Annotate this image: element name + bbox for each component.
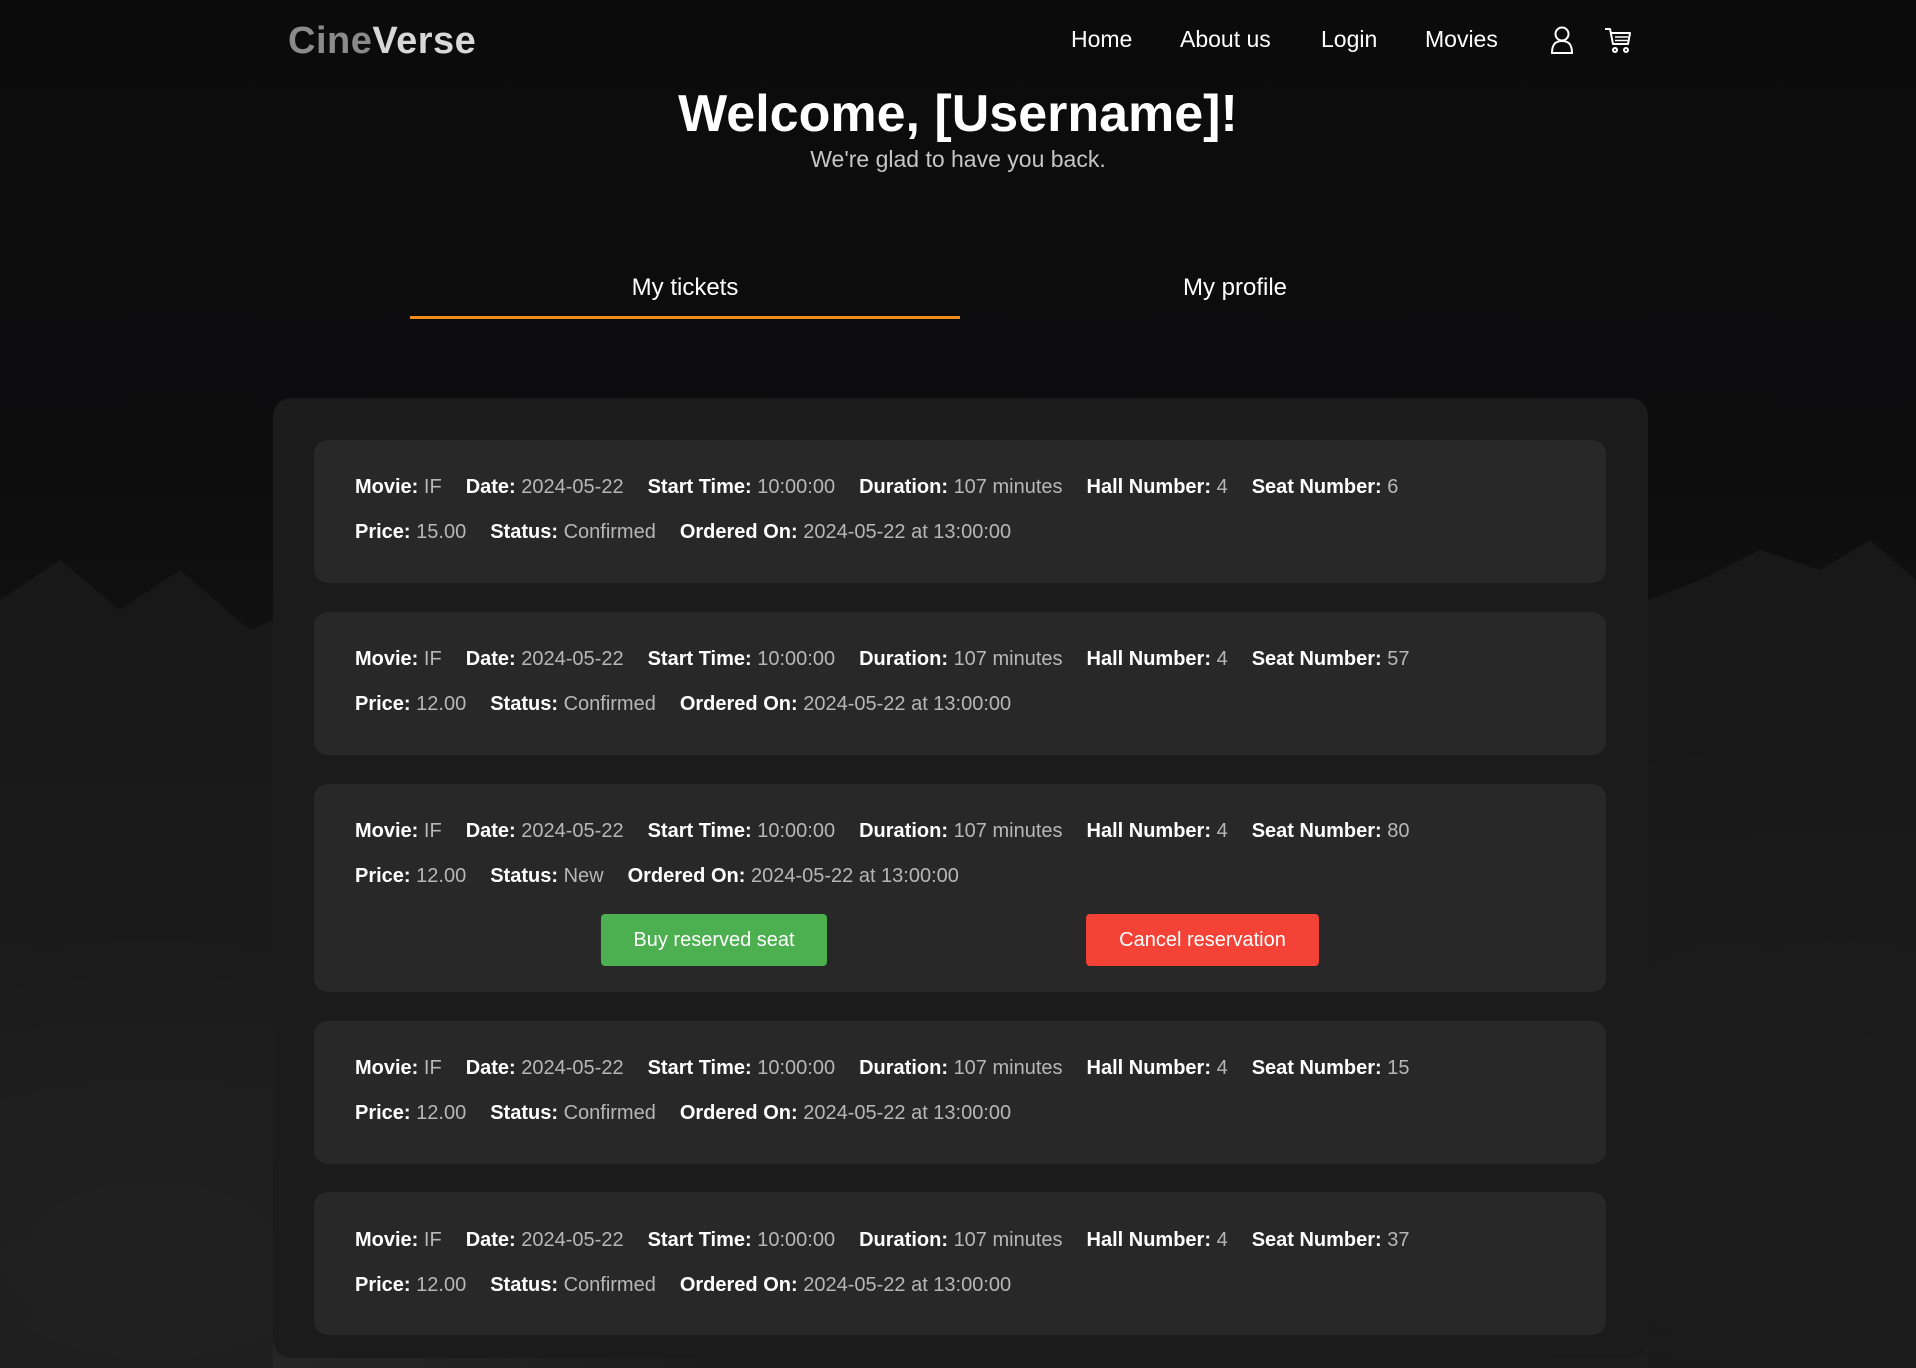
field-status: Status: New — [490, 865, 604, 887]
ticket-order-row: Price: 12.00 Status: Confirmed Ordered On:… — [355, 1274, 1035, 1297]
nav-about-us[interactable]: About us — [1180, 26, 1271, 53]
field-status: Status: Confirmed — [490, 521, 656, 543]
nav-login[interactable]: Login — [1321, 26, 1377, 53]
ticket-details-row: Movie: IF Date: 2024-05-22 Start Time: 10:… — [355, 648, 1434, 671]
field-ordered-on: Ordered On: 2024-05-22 at 13:00:00 — [679, 521, 1012, 543]
field-start-time: Start Time: 10:00:00 — [647, 476, 836, 498]
field-price: Price: 12.00 — [355, 865, 467, 887]
field-duration: Duration: 107 minutes — [859, 476, 1063, 498]
field-start-time: Start Time: 10:00:00 — [647, 648, 836, 670]
field-seat-number: Seat Number: 57 — [1251, 648, 1410, 670]
field-start-time: Start Time: 10:00:00 — [647, 1229, 836, 1251]
field-movie: Movie: IF — [355, 476, 442, 498]
field-seat-number: Seat Number: 37 — [1251, 1229, 1410, 1251]
user-icon[interactable] — [1547, 24, 1577, 56]
ticket-details-row: Movie: IF Date: 2024-05-22 Start Time: 10:… — [355, 1229, 1434, 1252]
brand-part-2: Verse — [372, 20, 477, 62]
field-date: Date: 2024-05-22 — [465, 820, 624, 842]
field-ordered-on: Ordered On: 2024-05-22 at 13:00:00 — [627, 865, 959, 887]
field-ordered-on: Ordered On: 2024-05-22 at 13:00:00 — [679, 693, 1012, 715]
active-tab-indicator — [410, 316, 960, 319]
field-seat-number: Seat Number: 15 — [1251, 1057, 1410, 1079]
field-start-time: Start Time: 10:00:00 — [647, 820, 836, 842]
ticket-card — [314, 440, 1606, 583]
nav-movies[interactable]: Movies — [1425, 26, 1498, 53]
tab-my-tickets[interactable]: My tickets — [410, 274, 960, 320]
field-date: Date: 2024-05-22 — [465, 476, 624, 498]
ticket-details-row: Movie: IF Date: 2024-05-22 Start Time: 10:… — [355, 476, 1422, 499]
ticket-card — [314, 1021, 1606, 1164]
field-price: Price: 12.00 — [355, 1274, 467, 1296]
field-seat-number: Seat Number: 6 — [1251, 476, 1399, 498]
field-ordered-on: Ordered On: 2024-05-22 at 13:00:00 — [679, 1274, 1012, 1296]
field-price: Price: 12.00 — [355, 1102, 467, 1124]
field-date: Date: 2024-05-22 — [465, 1229, 624, 1251]
brand-part-1: Cine — [288, 20, 373, 62]
field-duration: Duration: 107 minutes — [859, 1229, 1063, 1251]
field-duration: Duration: 107 minutes — [859, 648, 1063, 670]
buy-reserved-seat-button[interactable]: Buy reserved seat — [601, 914, 827, 966]
field-price: Price: 15.00 — [355, 521, 467, 543]
field-movie: Movie: IF — [355, 1229, 442, 1251]
field-movie: Movie: IF — [355, 1057, 442, 1079]
tab-my-profile[interactable]: My profile — [960, 274, 1510, 320]
ticket-card — [314, 784, 1606, 992]
cancel-reservation-button[interactable]: Cancel reservation — [1086, 914, 1319, 966]
field-price: Price: 12.00 — [355, 693, 467, 715]
field-hall-number: Hall Number: 4 — [1086, 1057, 1228, 1079]
field-hall-number: Hall Number: 4 — [1086, 476, 1228, 498]
ticket-order-row: Price: 15.00 Status: Confirmed Ordered On:… — [355, 521, 1035, 544]
field-ordered-on: Ordered On: 2024-05-22 at 13:00:00 — [679, 1102, 1012, 1124]
ticket-card — [314, 612, 1606, 755]
field-status: Status: Confirmed — [490, 1274, 656, 1296]
field-start-time: Start Time: 10:00:00 — [647, 1057, 836, 1079]
welcome-subtitle: We're glad to have you back. — [810, 146, 1106, 172]
cart-icon[interactable] — [1603, 24, 1633, 56]
brand-logo[interactable]: CineVerse — [288, 20, 476, 63]
field-duration: Duration: 107 minutes — [859, 820, 1063, 842]
ticket-card — [314, 1192, 1606, 1335]
field-duration: Duration: 107 minutes — [859, 1057, 1063, 1079]
ticket-order-row: Price: 12.00 Status: Confirmed Ordered On:… — [355, 1102, 1035, 1125]
field-date: Date: 2024-05-22 — [465, 648, 624, 670]
field-status: Status: Confirmed — [490, 693, 656, 715]
nav-home[interactable]: Home — [1071, 26, 1132, 53]
field-seat-number: Seat Number: 80 — [1251, 820, 1410, 842]
field-date: Date: 2024-05-22 — [465, 1057, 624, 1079]
ticket-order-row: Price: 12.00 Status: Confirmed Ordered On:… — [355, 693, 1035, 716]
welcome-title: Welcome, [Username]! — [678, 85, 1238, 143]
ticket-order-row: Price: 12.00 Status: New Ordered On: 2024-… — [355, 865, 983, 888]
field-hall-number: Hall Number: 4 — [1086, 648, 1228, 670]
field-hall-number: Hall Number: 4 — [1086, 820, 1228, 842]
field-movie: Movie: IF — [355, 820, 442, 842]
ticket-details-row: Movie: IF Date: 2024-05-22 Start Time: 10:… — [355, 1057, 1434, 1080]
field-status: Status: Confirmed — [490, 1102, 656, 1124]
ticket-details-row: Movie: IF Date: 2024-05-22 Start Time: 10:… — [355, 820, 1434, 843]
field-movie: Movie: IF — [355, 648, 442, 670]
field-hall-number: Hall Number: 4 — [1086, 1229, 1228, 1251]
